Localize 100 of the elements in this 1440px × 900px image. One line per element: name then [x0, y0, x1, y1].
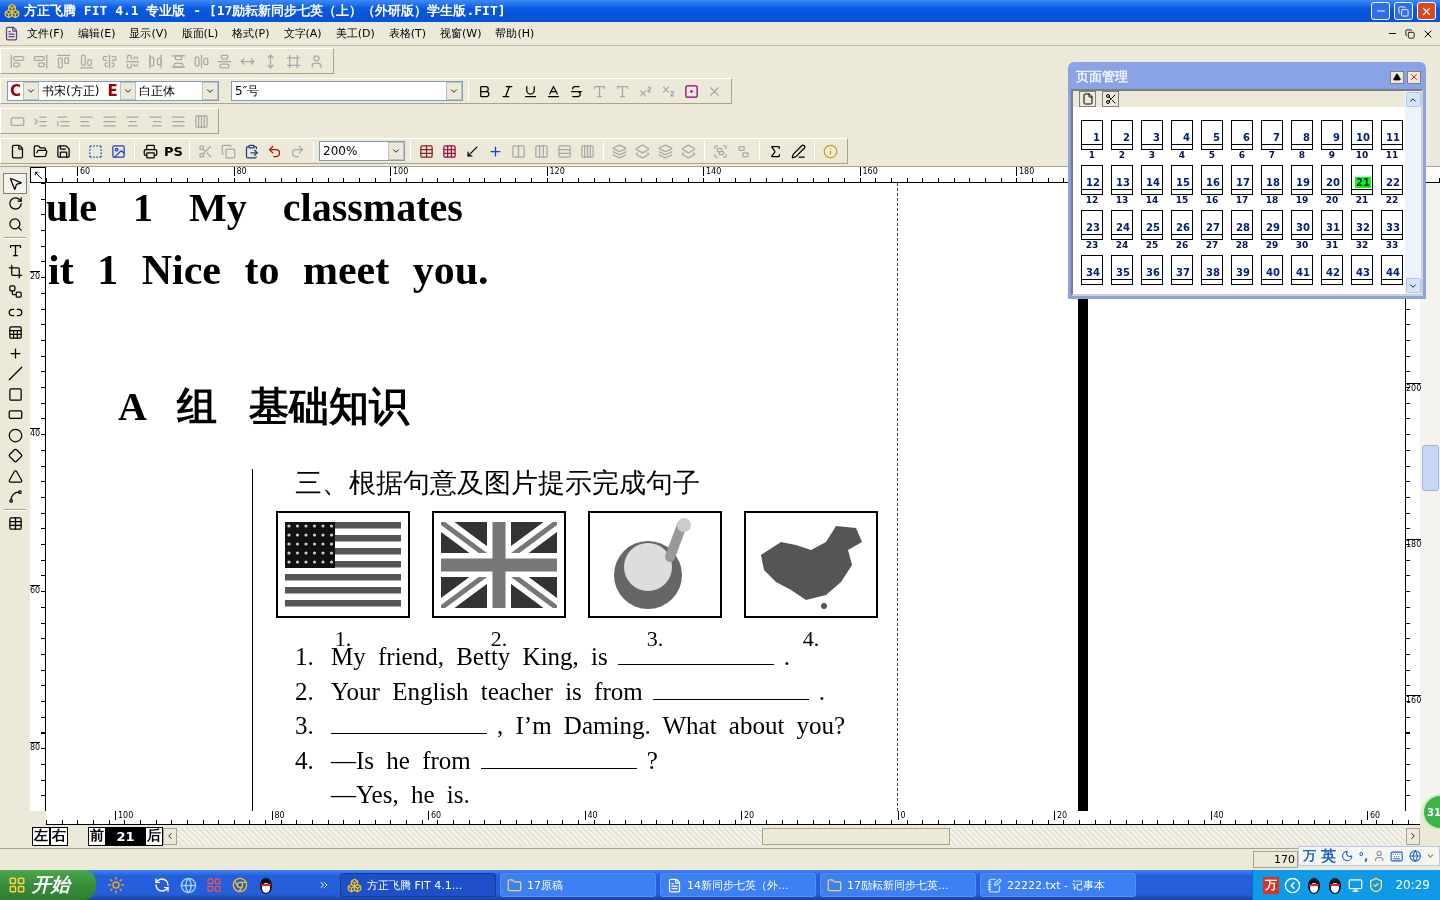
right-page-button[interactable]: 右	[50, 826, 68, 846]
page-thumbnail[interactable]: 26	[1171, 210, 1193, 240]
page-thumbnail[interactable]: 3	[1141, 120, 1163, 150]
page-thumbnail[interactable]: 36	[1141, 255, 1163, 285]
page-thumbnail[interactable]: 5	[1201, 120, 1223, 150]
zoom-combo[interactable]: 200%	[319, 141, 405, 161]
page-thumbnail[interactable]: 37	[1171, 255, 1193, 285]
ruler-label: 140	[703, 167, 722, 176]
page-number: 16	[1205, 176, 1221, 188]
page-thumbnail[interactable]: 15	[1171, 165, 1193, 195]
page-thumbnail[interactable]: 11	[1381, 120, 1403, 150]
page-thumbnail[interactable]: 24	[1111, 210, 1133, 240]
menu-item[interactable]: 表格(T)	[382, 24, 432, 43]
page-thumbnail[interactable]: 27	[1201, 210, 1223, 240]
ruler-label: 60	[77, 167, 91, 176]
page-thumbnail[interactable]: 28	[1231, 210, 1253, 240]
font-name: 书宋(方正)	[41, 82, 101, 100]
menu-item[interactable]: 显示(V)	[123, 24, 174, 43]
page-thumbnail[interactable]: 4	[1171, 120, 1193, 150]
page-thumbnail[interactable]: 8	[1291, 120, 1313, 150]
page-thumbnail[interactable]: 43	[1351, 255, 1373, 285]
page-label: 15	[1175, 195, 1189, 206]
ime-logo[interactable]: 万	[1303, 847, 1316, 865]
menu-item[interactable]: 帮助(H)	[489, 24, 541, 43]
font-size-combo[interactable]: 5″号	[231, 81, 463, 101]
page-number: 13	[1115, 176, 1131, 188]
left-page-button[interactable]: 左	[32, 826, 50, 846]
picture-caption: 4.	[802, 628, 820, 650]
page-thumbnail[interactable]: 21	[1351, 165, 1373, 195]
postscript-button[interactable]: PS	[163, 140, 184, 162]
menu-item[interactable]: 美工(D)	[329, 24, 381, 43]
page-number: 18	[1265, 176, 1281, 188]
page-label: 18	[1265, 195, 1279, 206]
page-thumbnail[interactable]: 2	[1111, 120, 1133, 150]
ruler-label: 60	[30, 585, 41, 595]
page-thumbnail[interactable]: 6	[1231, 120, 1253, 150]
ime-mode-button[interactable]: 英	[1321, 846, 1336, 866]
page-thumbnail[interactable]: 19	[1291, 165, 1313, 195]
page-label: 23	[1085, 240, 1099, 251]
menu-item[interactable]: 格式(P)	[226, 24, 276, 43]
page-label: 22	[1385, 195, 1399, 206]
page-thumbnail[interactable]: 12	[1081, 165, 1103, 195]
page-thumbnail[interactable]: 14	[1141, 165, 1163, 195]
page-thumbnail[interactable]: 25	[1141, 210, 1163, 240]
page-thumbnail[interactable]: 30	[1291, 210, 1313, 240]
punctuation-button[interactable]: °,	[1358, 849, 1369, 863]
page-number: 30	[1295, 221, 1311, 233]
page-thumbnail[interactable]: 44	[1381, 255, 1403, 285]
page-number: 42	[1325, 266, 1341, 278]
ruler-label: 180	[1016, 167, 1035, 176]
page-thumbnail[interactable]: 9	[1321, 120, 1343, 150]
previous-page-button[interactable]: 前	[88, 826, 106, 846]
page-thumbnail[interactable]: 41	[1291, 255, 1313, 285]
page-thumbnail[interactable]: 29	[1261, 210, 1283, 240]
page-thumbnail[interactable]: 42	[1321, 255, 1343, 285]
page-thumbnail[interactable]: 7	[1261, 120, 1283, 150]
page-thumbnail[interactable]: 39	[1231, 255, 1253, 285]
page-thumbnail[interactable]: 20	[1321, 165, 1343, 195]
ruler-label: 60	[1367, 811, 1381, 820]
taskbar-button[interactable]: 14新同步七英（外...	[660, 873, 816, 897]
page-thumbnail[interactable]: 31	[1321, 210, 1343, 240]
page-number: 19	[1295, 176, 1311, 188]
page-thumbnail[interactable]: 32	[1351, 210, 1373, 240]
page-thumbnail[interactable]: 10	[1351, 120, 1373, 150]
taskbar-button[interactable]: 17原稿	[500, 873, 656, 897]
item-number: 2.	[295, 677, 315, 706]
page-thumbnail[interactable]: 18	[1261, 165, 1283, 195]
page-thumbnail[interactable]: 33	[1381, 210, 1403, 240]
taskbar-button[interactable]: 22222.txt - 记事本	[980, 873, 1136, 897]
page-thumbnail[interactable]: 35	[1111, 255, 1133, 285]
page-thumbnail[interactable]: 17	[1231, 165, 1253, 195]
page-thumbnail[interactable]: 1	[1081, 120, 1103, 150]
next-page-button[interactable]: 后	[145, 826, 163, 846]
menu-item[interactable]: 编辑(E)	[71, 24, 122, 43]
item-number: 4.	[295, 746, 315, 775]
page-number: 25	[1145, 221, 1161, 233]
taskbar-button[interactable]: 方正飞腾 FIT 4.1...	[340, 873, 496, 897]
page-thumbnail[interactable]: 23	[1081, 210, 1103, 240]
tray-logo[interactable]: 万	[1263, 876, 1280, 894]
taskbar-button[interactable]: 17励耘新同步七英...	[820, 873, 976, 897]
page-thumbnail[interactable]: 16	[1201, 165, 1223, 195]
menu-item[interactable]: 版面(L)	[175, 24, 225, 43]
page-number: 36	[1145, 266, 1161, 278]
ruler-label: 60	[428, 811, 442, 820]
page-label: 30	[1295, 240, 1309, 251]
page-thumbnail[interactable]: 22	[1381, 165, 1403, 195]
section-title: 三、根据句意及图片提示完成句子	[295, 466, 700, 500]
page-thumbnail[interactable]: 13	[1111, 165, 1133, 195]
page-thumbnail[interactable]: 38	[1201, 255, 1223, 285]
menu-item[interactable]: 视窗(W)	[434, 24, 488, 43]
panel-title: 页面管理	[1076, 68, 1129, 86]
page-label: 7	[1268, 150, 1276, 161]
chinese-font-combo[interactable]: C 书宋(方正) E 白正体	[7, 81, 219, 101]
ruler-label: 20	[741, 811, 755, 820]
page-thumbnail[interactable]: 34	[1081, 255, 1103, 285]
menu-item[interactable]: 文字(A)	[277, 24, 328, 43]
page-number: 37	[1175, 266, 1191, 278]
page-thumbnail[interactable]: 40	[1261, 255, 1283, 285]
menu-item[interactable]: 文件(F)	[21, 24, 70, 43]
start-button[interactable]: 开始	[0, 870, 96, 900]
